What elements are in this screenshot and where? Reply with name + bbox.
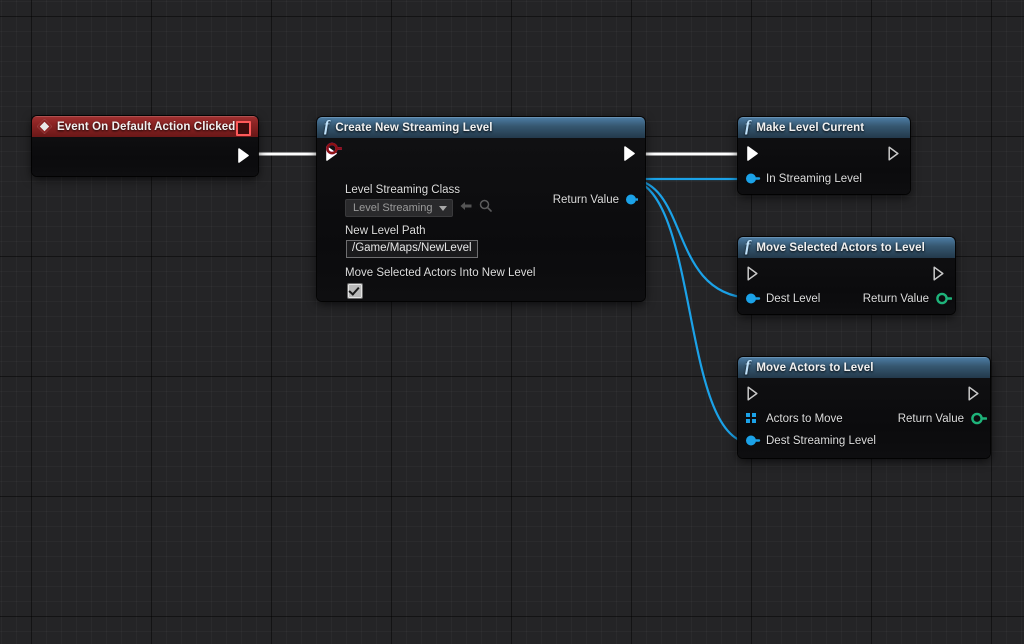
node-header[interactable]: f Move Selected Actors to Level	[738, 237, 955, 258]
diamond-icon	[37, 119, 52, 134]
node-create-new-streaming-level[interactable]: f Create New Streaming Level Return Valu…	[317, 117, 645, 301]
node-title: Create New Streaming Level	[335, 121, 493, 134]
pin-label-return-value: Return Value	[862, 293, 929, 305]
browse-search-icon[interactable]	[479, 199, 492, 217]
pin-object-in-streaming-level[interactable]	[745, 172, 761, 185]
pin-object-dest-level[interactable]	[745, 292, 761, 305]
function-icon: f	[745, 237, 751, 255]
pin-integer-return-value[interactable]	[936, 292, 952, 305]
node-header[interactable]: Event On Default Action Clicked	[32, 116, 258, 137]
pin-label-new-level-path: New Level Path	[345, 224, 426, 237]
new-level-path-input[interactable]: /Game/Maps/NewLevel	[346, 240, 478, 258]
exec-out-pin[interactable]	[238, 148, 250, 163]
node-body: Actors to Move Return Value Dest Streami…	[738, 378, 990, 458]
exec-out-pin[interactable]	[888, 146, 900, 161]
exec-row	[738, 138, 910, 168]
pin-object-dest-streaming-level[interactable]	[745, 434, 761, 447]
node-event-on-default-action-clicked[interactable]: Event On Default Action Clicked	[32, 116, 258, 176]
node-make-level-current[interactable]: f Make Level Current In Streaming Level	[738, 117, 910, 194]
input-row-in-streaming-level: In Streaming Level	[738, 168, 910, 190]
wire-layer	[248, 152, 752, 445]
node-title: Move Actors to Level	[756, 361, 874, 374]
pin-integer-return-value[interactable]	[971, 412, 987, 425]
node-move-actors-to-level[interactable]: f Move Actors to Level Actors to Move Re…	[738, 357, 990, 458]
pin-row-actors-to-move-and-return: Actors to Move Return Value	[738, 408, 990, 430]
input-row-dest-streaming-level: Dest Streaming Level	[738, 430, 990, 452]
node-header[interactable]: f Create New Streaming Level	[317, 117, 645, 138]
function-icon: f	[745, 117, 751, 135]
node-header[interactable]: f Make Level Current	[738, 117, 910, 138]
function-icon: f	[745, 357, 751, 375]
back-arrow-icon[interactable]	[459, 199, 473, 217]
function-icon: f	[324, 117, 330, 135]
exec-in-pin[interactable]	[747, 386, 759, 401]
exec-out-pin[interactable]	[968, 386, 980, 401]
exec-out-pin[interactable]	[933, 266, 945, 281]
pin-array-actors-to-move[interactable]	[746, 413, 758, 425]
exec-in-pin[interactable]	[747, 266, 759, 281]
exec-row	[317, 138, 645, 168]
exec-row	[738, 378, 990, 408]
pin-boolean-move-selected-actors-into-new-level[interactable]	[326, 142, 342, 155]
pin-label-return-value: Return Value	[552, 194, 619, 206]
move-selected-actors-checkbox[interactable]	[347, 283, 363, 299]
stop-square-icon[interactable]	[236, 121, 251, 136]
exec-row	[738, 258, 955, 288]
pin-label-dest-streaming-level: Dest Streaming Level	[766, 435, 876, 447]
node-body: Return Value Level Streaming Class Level…	[317, 138, 645, 301]
node-body: In Streaming Level	[738, 138, 910, 194]
blueprint-graph-canvas[interactable]: Event On Default Action Clicked f Create…	[0, 0, 1024, 644]
node-body	[32, 137, 258, 176]
node-title: Make Level Current	[756, 121, 865, 134]
node-title: Event On Default Action Clicked	[57, 120, 236, 133]
node-header[interactable]: f Move Actors to Level	[738, 357, 990, 378]
pin-label-actors-to-move: Actors to Move	[766, 413, 843, 425]
input-label-move-selected-actors-into-new-level: Move Selected Actors Into New Level	[317, 142, 645, 281]
pin-label-move-selected-actors-into-new-level: Move Selected Actors Into New Level	[345, 266, 536, 279]
node-body: Dest Level Return Value	[738, 258, 955, 314]
pin-label-return-value: Return Value	[897, 413, 964, 425]
exec-in-pin[interactable]	[747, 146, 759, 161]
exec-out-pin[interactable]	[624, 146, 636, 161]
node-move-selected-actors-to-level[interactable]: f Move Selected Actors to Level Dest Lev…	[738, 237, 955, 314]
pin-row-dest-level-and-return: Dest Level Return Value	[738, 288, 955, 310]
pin-label-dest-level: Dest Level	[766, 293, 821, 305]
pin-label-in-streaming-level: In Streaming Level	[766, 173, 862, 185]
node-title: Move Selected Actors to Level	[756, 241, 925, 254]
widget-row-move-selected-actors	[317, 281, 645, 301]
wire-data-return-to-dest-level	[629, 177, 751, 300]
wire-data-return-to-dest-streaming-level	[629, 177, 751, 445]
input-label-new-level-path: New Level Path	[317, 142, 645, 239]
widget-row-new-level-path: /Game/Maps/NewLevel	[317, 239, 645, 259]
pin-object-return-value[interactable]	[625, 193, 638, 206]
